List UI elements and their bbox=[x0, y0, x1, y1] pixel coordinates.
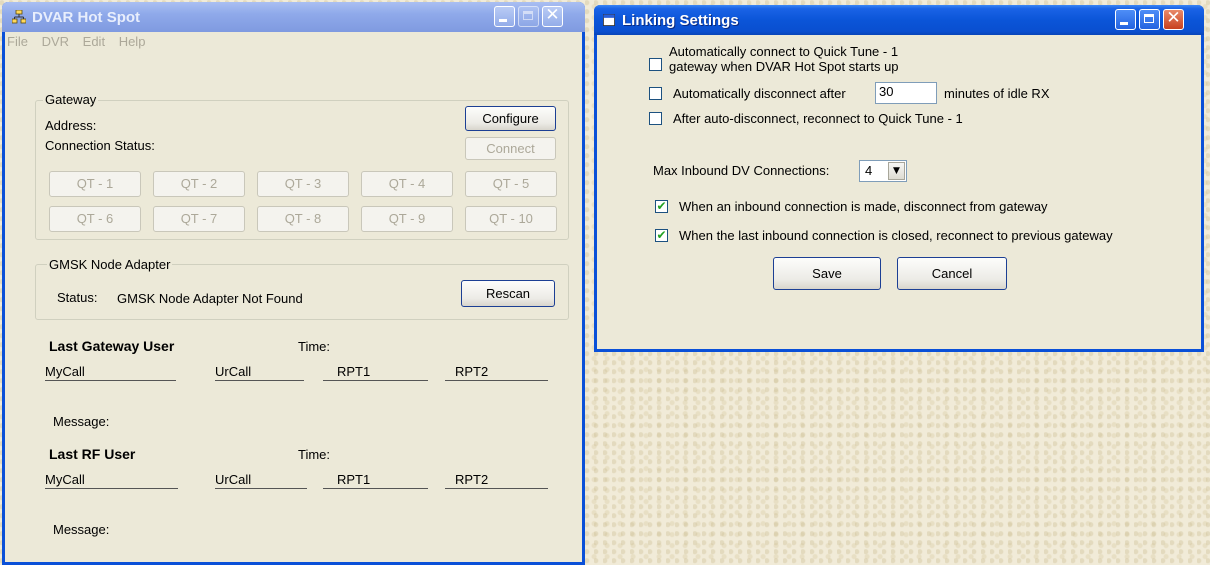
minimize-icon bbox=[1120, 22, 1128, 25]
auto-connect-label-line2: gateway when DVAR Hot Spot starts up bbox=[669, 59, 899, 74]
rf-rpt1-field bbox=[323, 488, 428, 489]
chevron-down-icon[interactable]: ▼ bbox=[888, 162, 905, 180]
last-rf-user-heading: Last RF User bbox=[49, 446, 136, 462]
minimize-button[interactable] bbox=[494, 6, 515, 27]
menu-edit[interactable]: Edit bbox=[83, 34, 105, 49]
rf-rpt2-label: RPT2 bbox=[455, 472, 489, 487]
gateway-rpt1-label: RPT1 bbox=[337, 364, 371, 379]
hotspot-titlebar[interactable]: DVAR Hot Spot ✕ bbox=[2, 2, 585, 32]
dvar-hotspot-window: DVAR Hot Spot ✕ File DVR Edit Help Gatew… bbox=[2, 2, 585, 565]
gateway-rpt2-label: RPT2 bbox=[455, 364, 489, 379]
gateway-urcall-label: UrCall bbox=[215, 364, 252, 379]
save-button[interactable]: Save bbox=[773, 257, 881, 290]
last-gateway-user-heading: Last Gateway User bbox=[49, 338, 175, 354]
auto-connect-label-line1: Automatically connect to Quick Tune - 1 bbox=[669, 44, 899, 59]
auto-disconnect-checkbox[interactable] bbox=[649, 87, 662, 100]
qt-2-button[interactable]: QT - 2 bbox=[153, 171, 245, 197]
gateway-message-label: Message: bbox=[53, 414, 110, 429]
max-inbound-value: 4 bbox=[865, 163, 873, 178]
minimize-icon bbox=[499, 19, 507, 22]
qt-9-button[interactable]: QT - 9 bbox=[361, 206, 453, 232]
linking-settings-window: Linking Settings ✕ Automatically connect… bbox=[594, 5, 1204, 352]
close-icon: ✕ bbox=[1166, 8, 1181, 28]
auto-disconnect-label: Automatically disconnect after bbox=[673, 86, 846, 101]
network-icon bbox=[12, 10, 26, 24]
address-label: Address: bbox=[45, 118, 97, 133]
window-icon bbox=[603, 14, 615, 26]
qt-6-button[interactable]: QT - 6 bbox=[49, 206, 141, 232]
last-rf-time-label: Time: bbox=[298, 447, 331, 462]
inbound-disconnect-checkbox[interactable]: ✔ bbox=[655, 200, 668, 213]
qt-3-button[interactable]: QT - 3 bbox=[257, 171, 349, 197]
rf-urcall-label: UrCall bbox=[215, 472, 252, 487]
configure-button[interactable]: Configure bbox=[465, 106, 556, 131]
qt-4-button[interactable]: QT - 4 bbox=[361, 171, 453, 197]
linking-maximize-button[interactable] bbox=[1139, 9, 1160, 30]
rf-mycall-label: MyCall bbox=[45, 472, 85, 487]
menu-help[interactable]: Help bbox=[119, 34, 146, 49]
inbound-disconnect-label: When an inbound connection is made, disc… bbox=[679, 199, 1048, 214]
idle-minutes-input[interactable]: 30 bbox=[875, 82, 937, 104]
linking-close-button[interactable]: ✕ bbox=[1163, 8, 1184, 30]
gmsk-status-value: GMSK Node Adapter Not Found bbox=[117, 291, 303, 306]
qt-5-button[interactable]: QT - 5 bbox=[465, 171, 557, 197]
connection-status-label: Connection Status: bbox=[45, 138, 155, 153]
inbound-reconnect-label: When the last inbound connection is clos… bbox=[679, 228, 1113, 243]
gateway-mycall-field bbox=[45, 380, 176, 381]
maximize-icon bbox=[523, 11, 533, 20]
menu-file[interactable]: File bbox=[7, 34, 28, 49]
qt-1-button[interactable]: QT - 1 bbox=[49, 171, 141, 197]
qt-8-button[interactable]: QT - 8 bbox=[257, 206, 349, 232]
gmsk-group-label: GMSK Node Adapter bbox=[47, 257, 173, 272]
menu-bar: File DVR Edit Help bbox=[7, 34, 155, 49]
linking-minimize-button[interactable] bbox=[1115, 9, 1136, 30]
rf-mycall-field bbox=[45, 488, 178, 489]
gateway-group-label: Gateway bbox=[43, 92, 99, 107]
reconnect-label: After auto-disconnect, reconnect to Quic… bbox=[673, 111, 963, 126]
cancel-button[interactable]: Cancel bbox=[897, 257, 1007, 290]
auto-connect-checkbox[interactable] bbox=[649, 58, 662, 71]
rf-message-label: Message: bbox=[53, 522, 110, 537]
rf-rpt1-label: RPT1 bbox=[337, 472, 371, 487]
max-inbound-select[interactable]: 4 ▼ bbox=[859, 160, 907, 182]
hotspot-title: DVAR Hot Spot bbox=[32, 9, 141, 26]
gateway-rpt2-field bbox=[445, 380, 548, 381]
reconnect-checkbox[interactable] bbox=[649, 112, 662, 125]
maximize-icon bbox=[1144, 14, 1154, 23]
linking-titlebar[interactable]: Linking Settings ✕ bbox=[594, 5, 1204, 35]
maximize-button[interactable] bbox=[518, 6, 539, 27]
connect-button[interactable]: Connect bbox=[465, 137, 556, 160]
last-gateway-time-label: Time: bbox=[298, 339, 331, 354]
linking-title: Linking Settings bbox=[622, 12, 739, 29]
max-inbound-label: Max Inbound DV Connections: bbox=[653, 163, 830, 178]
gateway-urcall-field bbox=[215, 380, 304, 381]
close-button[interactable]: ✕ bbox=[542, 5, 563, 27]
menu-dvr[interactable]: DVR bbox=[42, 34, 69, 49]
gateway-mycall-label: MyCall bbox=[45, 364, 85, 379]
rf-urcall-field bbox=[215, 488, 307, 489]
rf-rpt2-field bbox=[445, 488, 548, 489]
gateway-rpt1-field bbox=[323, 380, 428, 381]
rescan-button[interactable]: Rescan bbox=[461, 280, 555, 307]
qt-7-button[interactable]: QT - 7 bbox=[153, 206, 245, 232]
gmsk-status-label: Status: bbox=[57, 290, 98, 305]
close-icon: ✕ bbox=[545, 5, 560, 25]
qt-10-button[interactable]: QT - 10 bbox=[465, 206, 557, 232]
idle-minutes-suffix: minutes of idle RX bbox=[944, 86, 1050, 101]
inbound-reconnect-checkbox[interactable]: ✔ bbox=[655, 229, 668, 242]
